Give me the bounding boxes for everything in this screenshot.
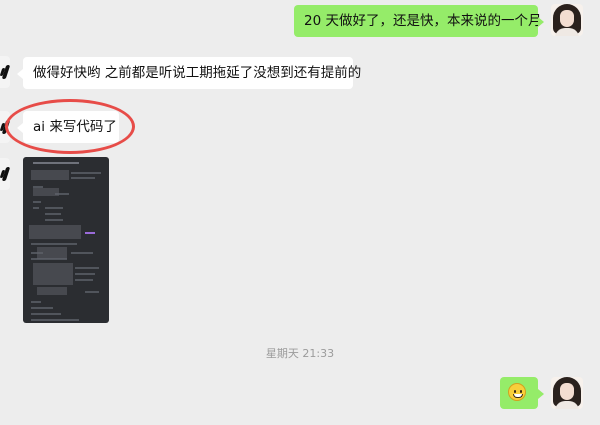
avatar-face <box>560 10 574 27</box>
message-text: 做得好快哟 之前都是听说工期拖延了没想到还有提前的 <box>33 65 362 81</box>
grinning-face-icon <box>508 383 526 401</box>
code-line <box>55 193 69 195</box>
code-line <box>33 162 79 164</box>
avatar[interactable] <box>0 158 10 190</box>
code-line <box>75 267 99 269</box>
bubble-tail <box>538 389 544 399</box>
pixelated-region <box>37 287 67 295</box>
code-line <box>75 273 95 275</box>
pixelated-region <box>29 225 81 239</box>
code-line <box>71 177 95 179</box>
code-line <box>31 301 41 303</box>
code-line <box>71 172 101 174</box>
highlight <box>85 232 95 234</box>
timestamp: 星期天 21:33 <box>265 347 335 360</box>
message-bubble-outgoing[interactable]: 20 天做好了，还是快，本来说的一个月 <box>294 5 544 37</box>
code-line <box>33 207 39 209</box>
avatar[interactable] <box>551 4 583 36</box>
avatar[interactable] <box>551 377 583 409</box>
code-line <box>33 201 41 203</box>
avatar-face <box>560 383 574 400</box>
emoji-eye <box>514 390 516 393</box>
image-message-thumbnail[interactable] <box>23 157 109 323</box>
avatar[interactable] <box>0 56 10 88</box>
emoji-mouth <box>513 394 523 398</box>
code-line <box>75 279 93 281</box>
message-text: 20 天做好了，还是快，本来说的一个月 <box>304 13 542 29</box>
code-line <box>31 307 53 309</box>
code-line <box>85 291 99 293</box>
code-line <box>45 219 63 221</box>
red-circle-annotation <box>5 99 135 154</box>
bubble-tail <box>17 69 23 79</box>
emoji-eye <box>520 390 522 393</box>
code-line <box>45 207 63 209</box>
code-line <box>31 319 79 321</box>
pixelated-region <box>33 263 73 285</box>
code-line <box>31 258 67 260</box>
pixelated-region <box>31 170 69 180</box>
bubble-tail <box>538 17 544 27</box>
code-line <box>71 252 93 254</box>
code-line <box>45 213 61 215</box>
code-line <box>31 313 61 315</box>
message-bubble-incoming[interactable]: 做得好快哟 之前都是听说工期拖延了没想到还有提前的 <box>17 57 361 89</box>
code-line <box>31 243 77 245</box>
